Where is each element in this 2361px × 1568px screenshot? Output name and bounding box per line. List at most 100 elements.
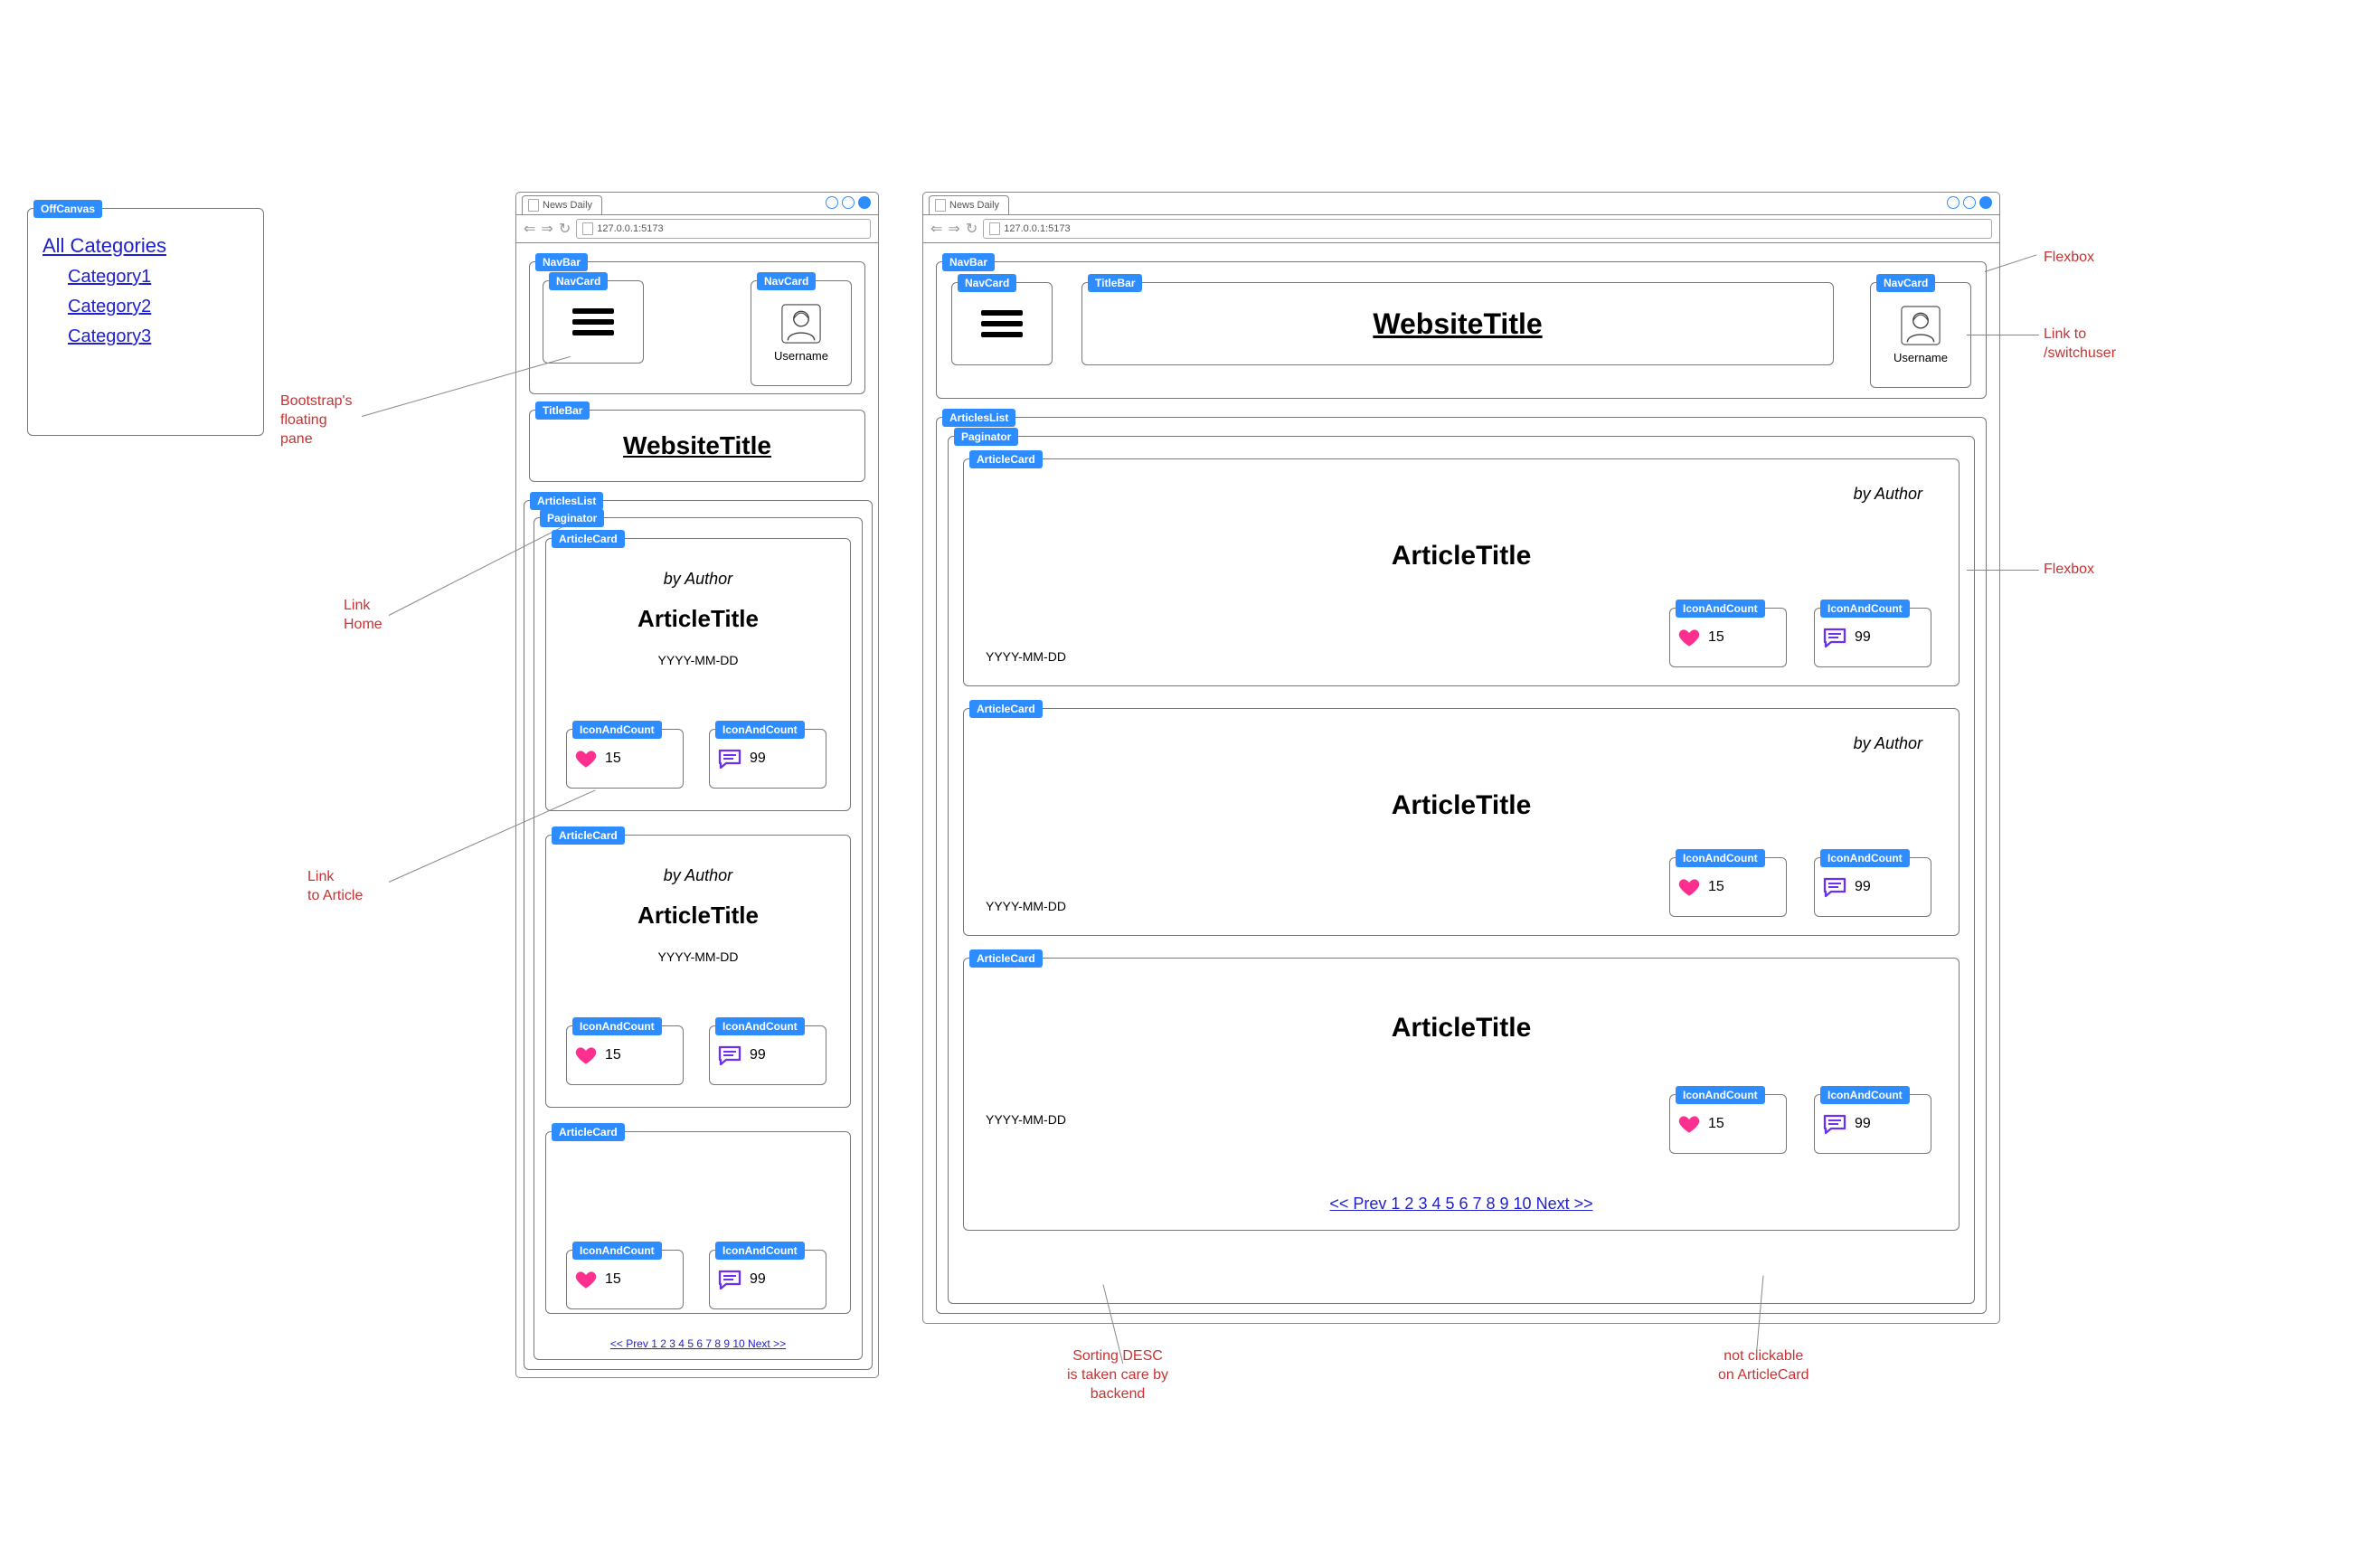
- navbar-desktop: NavBar NavCard TitleBar WebsiteTitle: [936, 261, 1987, 399]
- navcard-menu[interactable]: NavCard: [543, 280, 644, 364]
- article-date: YYYY-MM-DD: [546, 653, 850, 667]
- icon-and-count-tag: IconAndCount: [715, 721, 805, 739]
- icon-and-count-tag: IconAndCount: [1676, 600, 1765, 618]
- icon-and-count-comments: IconAndCount 99: [709, 1025, 826, 1085]
- offcanvas-category-1[interactable]: Category1: [68, 267, 249, 288]
- navbar-tag: NavBar: [535, 253, 588, 271]
- article-card[interactable]: ArticleCard by Author ArticleTitle YYYY-…: [963, 708, 1960, 936]
- url-text: 127.0.0.1:5173: [1004, 223, 1070, 234]
- heart-icon: [1677, 626, 1701, 649]
- page-icon: [989, 222, 1000, 235]
- article-title: ArticleTitle: [546, 902, 850, 930]
- icon-and-count-tag: IconAndCount: [1676, 849, 1765, 867]
- icon-and-count-likes: IconAndCount 15: [566, 1025, 684, 1085]
- icon-and-count-comments: IconAndCount 99: [709, 1250, 826, 1309]
- annotation-link-article: Link to Article: [307, 868, 363, 906]
- navbar-mobile: NavBar NavCard NavCard: [529, 261, 865, 394]
- article-card[interactable]: ArticleCard by Author ArticleTitle YYYY-…: [545, 538, 851, 811]
- article-card[interactable]: ArticleCard by Author ArticleTitle YYYY-…: [963, 458, 1960, 686]
- heart-icon: [574, 747, 598, 770]
- offcanvas-tag: OffCanvas: [33, 200, 102, 218]
- icon-and-count-comments: IconAndCount 99: [1814, 857, 1931, 917]
- icon-and-count-tag: IconAndCount: [1676, 1086, 1765, 1104]
- pagination-links[interactable]: << Prev 1 2 3 4 5 6 7 8 9 10 Next >>: [964, 1195, 1959, 1214]
- icon-and-count-tag: IconAndCount: [572, 1242, 662, 1260]
- window-dot-icon: [1947, 196, 1960, 209]
- article-card[interactable]: ArticleCard ArticleTitle YYYY-MM-DD Icon…: [963, 958, 1960, 1231]
- article-title: ArticleTitle: [964, 790, 1959, 821]
- offcanvas-all-categories[interactable]: All Categories: [42, 234, 249, 258]
- article-card-tag: ArticleCard: [969, 450, 1043, 468]
- back-arrow-icon[interactable]: ⇐: [930, 220, 942, 238]
- window-dot-icon: [842, 196, 855, 209]
- window-dot-icon: [858, 196, 871, 209]
- forward-arrow-icon[interactable]: ⇒: [541, 220, 552, 238]
- navcard-user[interactable]: NavCard Username: [1870, 282, 1971, 388]
- back-arrow-icon[interactable]: ⇐: [524, 220, 535, 238]
- article-card[interactable]: ArticleCard IconAndCount 15 IconAndC: [545, 1131, 851, 1314]
- browser-desktop: News Daily ⇐ ⇒ ↻ 127.0.0.1:5173 NavBar: [922, 192, 2000, 1324]
- titlebar-desktop: TitleBar WebsiteTitle: [1081, 282, 1834, 365]
- avatar-icon: [1901, 306, 1941, 345]
- icon-and-count-comments: IconAndCount 99: [1814, 1094, 1931, 1154]
- icon-and-count-likes: IconAndCount 15: [566, 729, 684, 789]
- article-card[interactable]: ArticleCard by Author ArticleTitle YYYY-…: [545, 835, 851, 1108]
- articles-list-tag: ArticlesList: [530, 492, 603, 510]
- article-card-tag: ArticleCard: [552, 1123, 625, 1141]
- comments-count: 99: [750, 1047, 766, 1063]
- page-icon: [582, 222, 593, 235]
- article-card-tag: ArticleCard: [969, 949, 1043, 968]
- paginator-desktop: Paginator ArticleCard by Author ArticleT…: [948, 436, 1975, 1304]
- navcard-menu[interactable]: NavCard: [951, 282, 1053, 365]
- browser-tab-desktop[interactable]: News Daily: [929, 195, 1009, 214]
- paginator-mobile: Paginator ArticleCard by Author ArticleT…: [534, 517, 863, 1360]
- annotation-flexbox-top: Flexbox: [2044, 249, 2094, 268]
- window-dot-icon: [1963, 196, 1976, 209]
- website-title-link[interactable]: WebsiteTitle: [1373, 307, 1542, 341]
- pagination-links[interactable]: << Prev 1 2 3 4 5 6 7 8 9 10 Next >>: [534, 1337, 862, 1350]
- comments-count: 99: [1855, 1116, 1871, 1132]
- offcanvas-category-2[interactable]: Category2: [68, 297, 249, 317]
- offcanvas-category-3[interactable]: Category3: [68, 326, 249, 347]
- comment-icon: [1822, 875, 1847, 899]
- heart-icon: [1677, 1112, 1701, 1136]
- icon-and-count-tag: IconAndCount: [572, 721, 662, 739]
- navcard-user[interactable]: NavCard Username: [751, 280, 852, 386]
- paginator-tag: Paginator: [540, 509, 604, 527]
- tab-title: News Daily: [543, 200, 592, 211]
- browser-tab-mobile[interactable]: News Daily: [522, 195, 602, 214]
- website-title-link[interactable]: WebsiteTitle: [623, 431, 771, 460]
- forward-arrow-icon[interactable]: ⇒: [948, 220, 959, 238]
- reload-icon[interactable]: ↻: [559, 220, 571, 238]
- articles-list-mobile: ArticlesList Paginator ArticleCard by Au…: [524, 500, 873, 1370]
- page-icon: [528, 199, 539, 212]
- page-icon: [935, 199, 946, 212]
- username-label: Username: [1894, 351, 1948, 364]
- address-bar[interactable]: 127.0.0.1:5173: [576, 219, 871, 239]
- heart-icon: [574, 1044, 598, 1067]
- offcanvas-panel: OffCanvas All Categories Category1 Categ…: [27, 208, 264, 436]
- reload-icon[interactable]: ↻: [966, 220, 977, 238]
- icon-and-count-likes: IconAndCount 15: [1669, 1094, 1787, 1154]
- navcard-tag: NavCard: [757, 272, 816, 290]
- paginator-tag: Paginator: [954, 428, 1018, 446]
- titlebar-tag: TitleBar: [535, 401, 590, 420]
- icon-and-count-likes: IconAndCount 15: [1669, 608, 1787, 667]
- icon-and-count-likes: IconAndCount 15: [1669, 857, 1787, 917]
- icon-and-count-tag: IconAndCount: [715, 1017, 805, 1035]
- article-title: ArticleTitle: [964, 1013, 1959, 1044]
- browser-mobile: News Daily ⇐ ⇒ ↻ 127.0.0.1:5173 NavBar: [515, 192, 879, 1378]
- icon-and-count-comments: IconAndCount 99: [709, 729, 826, 789]
- article-byline: by Author: [1854, 734, 1922, 753]
- article-date: YYYY-MM-DD: [546, 949, 850, 964]
- avatar-icon: [781, 304, 821, 344]
- annotation-flexbox-card: Flexbox: [2044, 561, 2094, 580]
- username-label: Username: [774, 349, 828, 363]
- annotation-link-switchuser: Link to /switchuser: [2044, 326, 2116, 364]
- comment-icon: [717, 747, 742, 770]
- annotation-sorting: Sorting DESC is taken care by backend: [1067, 1347, 1168, 1403]
- leader-line: [1967, 570, 2039, 571]
- address-bar[interactable]: 127.0.0.1:5173: [983, 219, 1992, 239]
- article-byline: by Author: [1854, 485, 1922, 504]
- article-card-tag: ArticleCard: [552, 530, 625, 548]
